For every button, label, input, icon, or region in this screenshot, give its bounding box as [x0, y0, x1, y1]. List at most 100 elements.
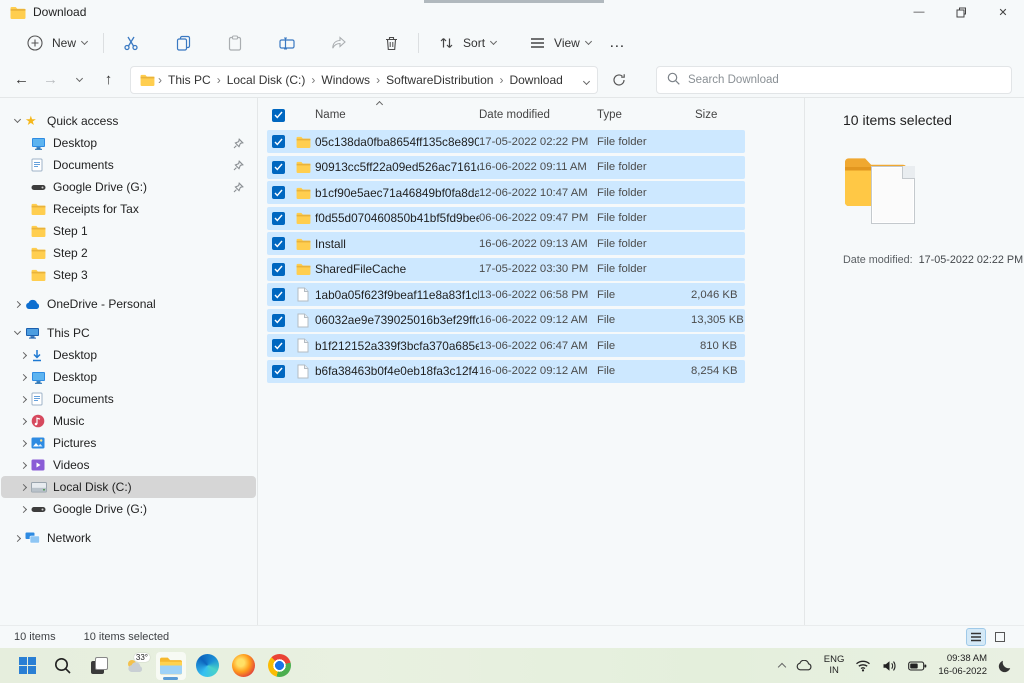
- row-checkbox-checked[interactable]: [272, 339, 285, 352]
- row-checkbox-checked[interactable]: [272, 135, 285, 148]
- large-icons-view-button[interactable]: [990, 628, 1010, 646]
- row-checkbox-checked[interactable]: [272, 263, 285, 276]
- chrome-taskbar-button[interactable]: [264, 652, 294, 680]
- chevron-down-icon[interactable]: [9, 120, 25, 122]
- row-checkbox-checked[interactable]: [272, 365, 285, 378]
- column-header-size[interactable]: Size: [691, 109, 745, 121]
- sidebar-item-desktop[interactable]: Desktop: [1, 132, 256, 154]
- sidebar-item-local-disk-c[interactable]: Local Disk (C:): [1, 476, 256, 498]
- file-explorer-taskbar-button[interactable]: [156, 652, 186, 680]
- chevron-right-icon[interactable]: [9, 536, 25, 541]
- chevron-right-icon[interactable]: [15, 375, 31, 380]
- rename-button[interactable]: [268, 27, 306, 59]
- volume-icon[interactable]: [882, 660, 897, 672]
- sidebar-item-step-1[interactable]: Step 1: [1, 220, 256, 242]
- chevron-down-icon[interactable]: [9, 332, 25, 334]
- history-chevron-button[interactable]: [66, 66, 93, 93]
- breadcrumb-item-softwaredistribution[interactable]: SoftwareDistribution: [382, 73, 497, 87]
- new-button[interactable]: New: [16, 27, 95, 59]
- focus-assist-moon-icon[interactable]: [998, 659, 1012, 673]
- firefox-taskbar-button[interactable]: [228, 652, 258, 680]
- taskbar-search-button[interactable]: [48, 652, 78, 680]
- column-header-type[interactable]: Type: [597, 109, 691, 121]
- sidebar-item-quick-access[interactable]: ★Quick access: [1, 110, 256, 132]
- row-checkbox-checked[interactable]: [272, 186, 285, 199]
- close-button[interactable]: ✕: [982, 0, 1024, 24]
- file-row-1ab0a05f623f9beaf11e8a83f1cbfa0e1c[interactable]: 1ab0a05f623f9beaf11e8a83f1cbfa0e1c...13-…: [267, 283, 745, 306]
- chevron-right-icon[interactable]: [15, 507, 31, 512]
- sidebar-item-videos[interactable]: Videos: [1, 454, 256, 476]
- sidebar-item-receipts-for-tax[interactable]: Receipts for Tax: [1, 198, 256, 220]
- file-row-06032ae9e739025016b3ef29ffcf67191[interactable]: 06032ae9e739025016b3ef29ffcf67191...16-0…: [267, 309, 745, 332]
- widgets-weather-button[interactable]: 33°: [120, 652, 150, 680]
- paste-button[interactable]: [216, 27, 254, 59]
- share-button[interactable]: [320, 27, 358, 59]
- breadcrumb[interactable]: ›This PC›Local Disk (C:)›Windows›Softwar…: [130, 66, 598, 94]
- sidebar-item-onedrive-personal[interactable]: OneDrive - Personal: [1, 293, 256, 315]
- sort-button[interactable]: Sort: [427, 27, 504, 59]
- wifi-icon[interactable]: [855, 659, 871, 672]
- chevron-right-icon[interactable]: [9, 302, 25, 307]
- sidebar-item-desktop[interactable]: Desktop: [1, 344, 256, 366]
- delete-button[interactable]: [372, 27, 410, 59]
- task-view-button[interactable]: [84, 652, 114, 680]
- forward-button[interactable]: →: [37, 66, 64, 93]
- hidden-icons-button[interactable]: [779, 661, 785, 670]
- sidebar-item-pictures[interactable]: Pictures: [1, 432, 256, 454]
- chevron-right-icon[interactable]: [15, 397, 31, 402]
- cut-button[interactable]: [112, 27, 150, 59]
- view-button[interactable]: View: [518, 27, 599, 59]
- back-button[interactable]: ←: [8, 66, 35, 93]
- chevron-right-icon[interactable]: [15, 419, 31, 424]
- sidebar-item-google-drive-g[interactable]: Google Drive (G:): [1, 498, 256, 520]
- row-checkbox-checked[interactable]: [272, 212, 285, 225]
- row-checkbox-checked[interactable]: [272, 314, 285, 327]
- row-checkbox-checked[interactable]: [272, 288, 285, 301]
- chevron-right-icon[interactable]: [15, 441, 31, 446]
- chevron-right-icon[interactable]: [15, 485, 31, 490]
- sidebar-item-step-3[interactable]: Step 3: [1, 264, 256, 286]
- file-row-b1cf90e5aec71a46849bf0fa8da2382a[interactable]: b1cf90e5aec71a46849bf0fa8da2382a12-06-20…: [267, 181, 745, 204]
- chevron-right-icon[interactable]: [15, 463, 31, 468]
- sidebar-item-network[interactable]: Network: [1, 527, 256, 549]
- column-header-name[interactable]: Name: [315, 109, 479, 121]
- file-row-install[interactable]: Install16-06-2022 09:13 AMFile folder: [267, 232, 745, 255]
- language-indicator[interactable]: ENG IN: [824, 655, 845, 677]
- breadcrumb-item-this-pc[interactable]: This PC: [164, 73, 215, 87]
- sidebar-item-step-2[interactable]: Step 2: [1, 242, 256, 264]
- restore-button[interactable]: [940, 0, 982, 24]
- up-button[interactable]: ↑: [95, 66, 122, 93]
- file-row-sharedfilecache[interactable]: SharedFileCache17-05-2022 03:30 PMFile f…: [267, 258, 745, 281]
- start-button[interactable]: [12, 652, 42, 680]
- file-row-90913cc5ff22a09ed526ac7161c45888[interactable]: 90913cc5ff22a09ed526ac7161c4588816-06-20…: [267, 156, 745, 179]
- breadcrumb-item-windows[interactable]: Windows: [317, 73, 374, 87]
- clock[interactable]: 09:38 AM 16-06-2022: [938, 653, 987, 678]
- row-checkbox-checked[interactable]: [272, 161, 285, 174]
- see-more-button[interactable]: …: [599, 34, 636, 52]
- minimize-button[interactable]: —: [898, 0, 940, 24]
- file-row-b6fa38463b0f4e0eb18fa3c12f4056b88[interactable]: b6fa38463b0f4e0eb18fa3c12f4056b88...16-0…: [267, 360, 745, 383]
- copy-button[interactable]: [164, 27, 202, 59]
- column-header-date-modified[interactable]: Date modified: [479, 109, 597, 121]
- sidebar-item-documents[interactable]: Documents: [1, 154, 256, 176]
- sidebar-item-music[interactable]: Music: [1, 410, 256, 432]
- address-dropdown-button[interactable]: [584, 73, 589, 87]
- file-row-b1f212152a339f3bcfa370a685e148e72[interactable]: b1f212152a339f3bcfa370a685e148e72...13-0…: [267, 334, 745, 357]
- onedrive-tray-icon[interactable]: [796, 660, 813, 671]
- sidebar-item-google-drive-g[interactable]: Google Drive (G:): [1, 176, 256, 198]
- breadcrumb-item-download[interactable]: Download: [505, 73, 566, 87]
- row-checkbox-checked[interactable]: [272, 237, 285, 250]
- battery-icon[interactable]: [908, 661, 927, 671]
- chevron-right-icon[interactable]: [15, 353, 31, 358]
- search-input[interactable]: Search Download: [656, 66, 1012, 94]
- details-view-button[interactable]: [966, 628, 986, 646]
- sidebar-item-desktop[interactable]: Desktop: [1, 366, 256, 388]
- sidebar-item-this-pc[interactable]: This PC: [1, 322, 256, 344]
- file-row-f0d55d070460850b41bf5fd9bee40d45[interactable]: f0d55d070460850b41bf5fd9bee40d4506-06-20…: [267, 207, 745, 230]
- file-row-05c138da0fba8654ff135c8e8903233f[interactable]: 05c138da0fba8654ff135c8e8903233f17-05-20…: [267, 130, 745, 153]
- edge-taskbar-button[interactable]: [192, 652, 222, 680]
- sidebar-item-documents[interactable]: Documents: [1, 388, 256, 410]
- select-all-checkbox[interactable]: [272, 109, 285, 122]
- refresh-button[interactable]: [606, 67, 632, 93]
- breadcrumb-item-local-disk-c[interactable]: Local Disk (C:): [223, 73, 310, 87]
